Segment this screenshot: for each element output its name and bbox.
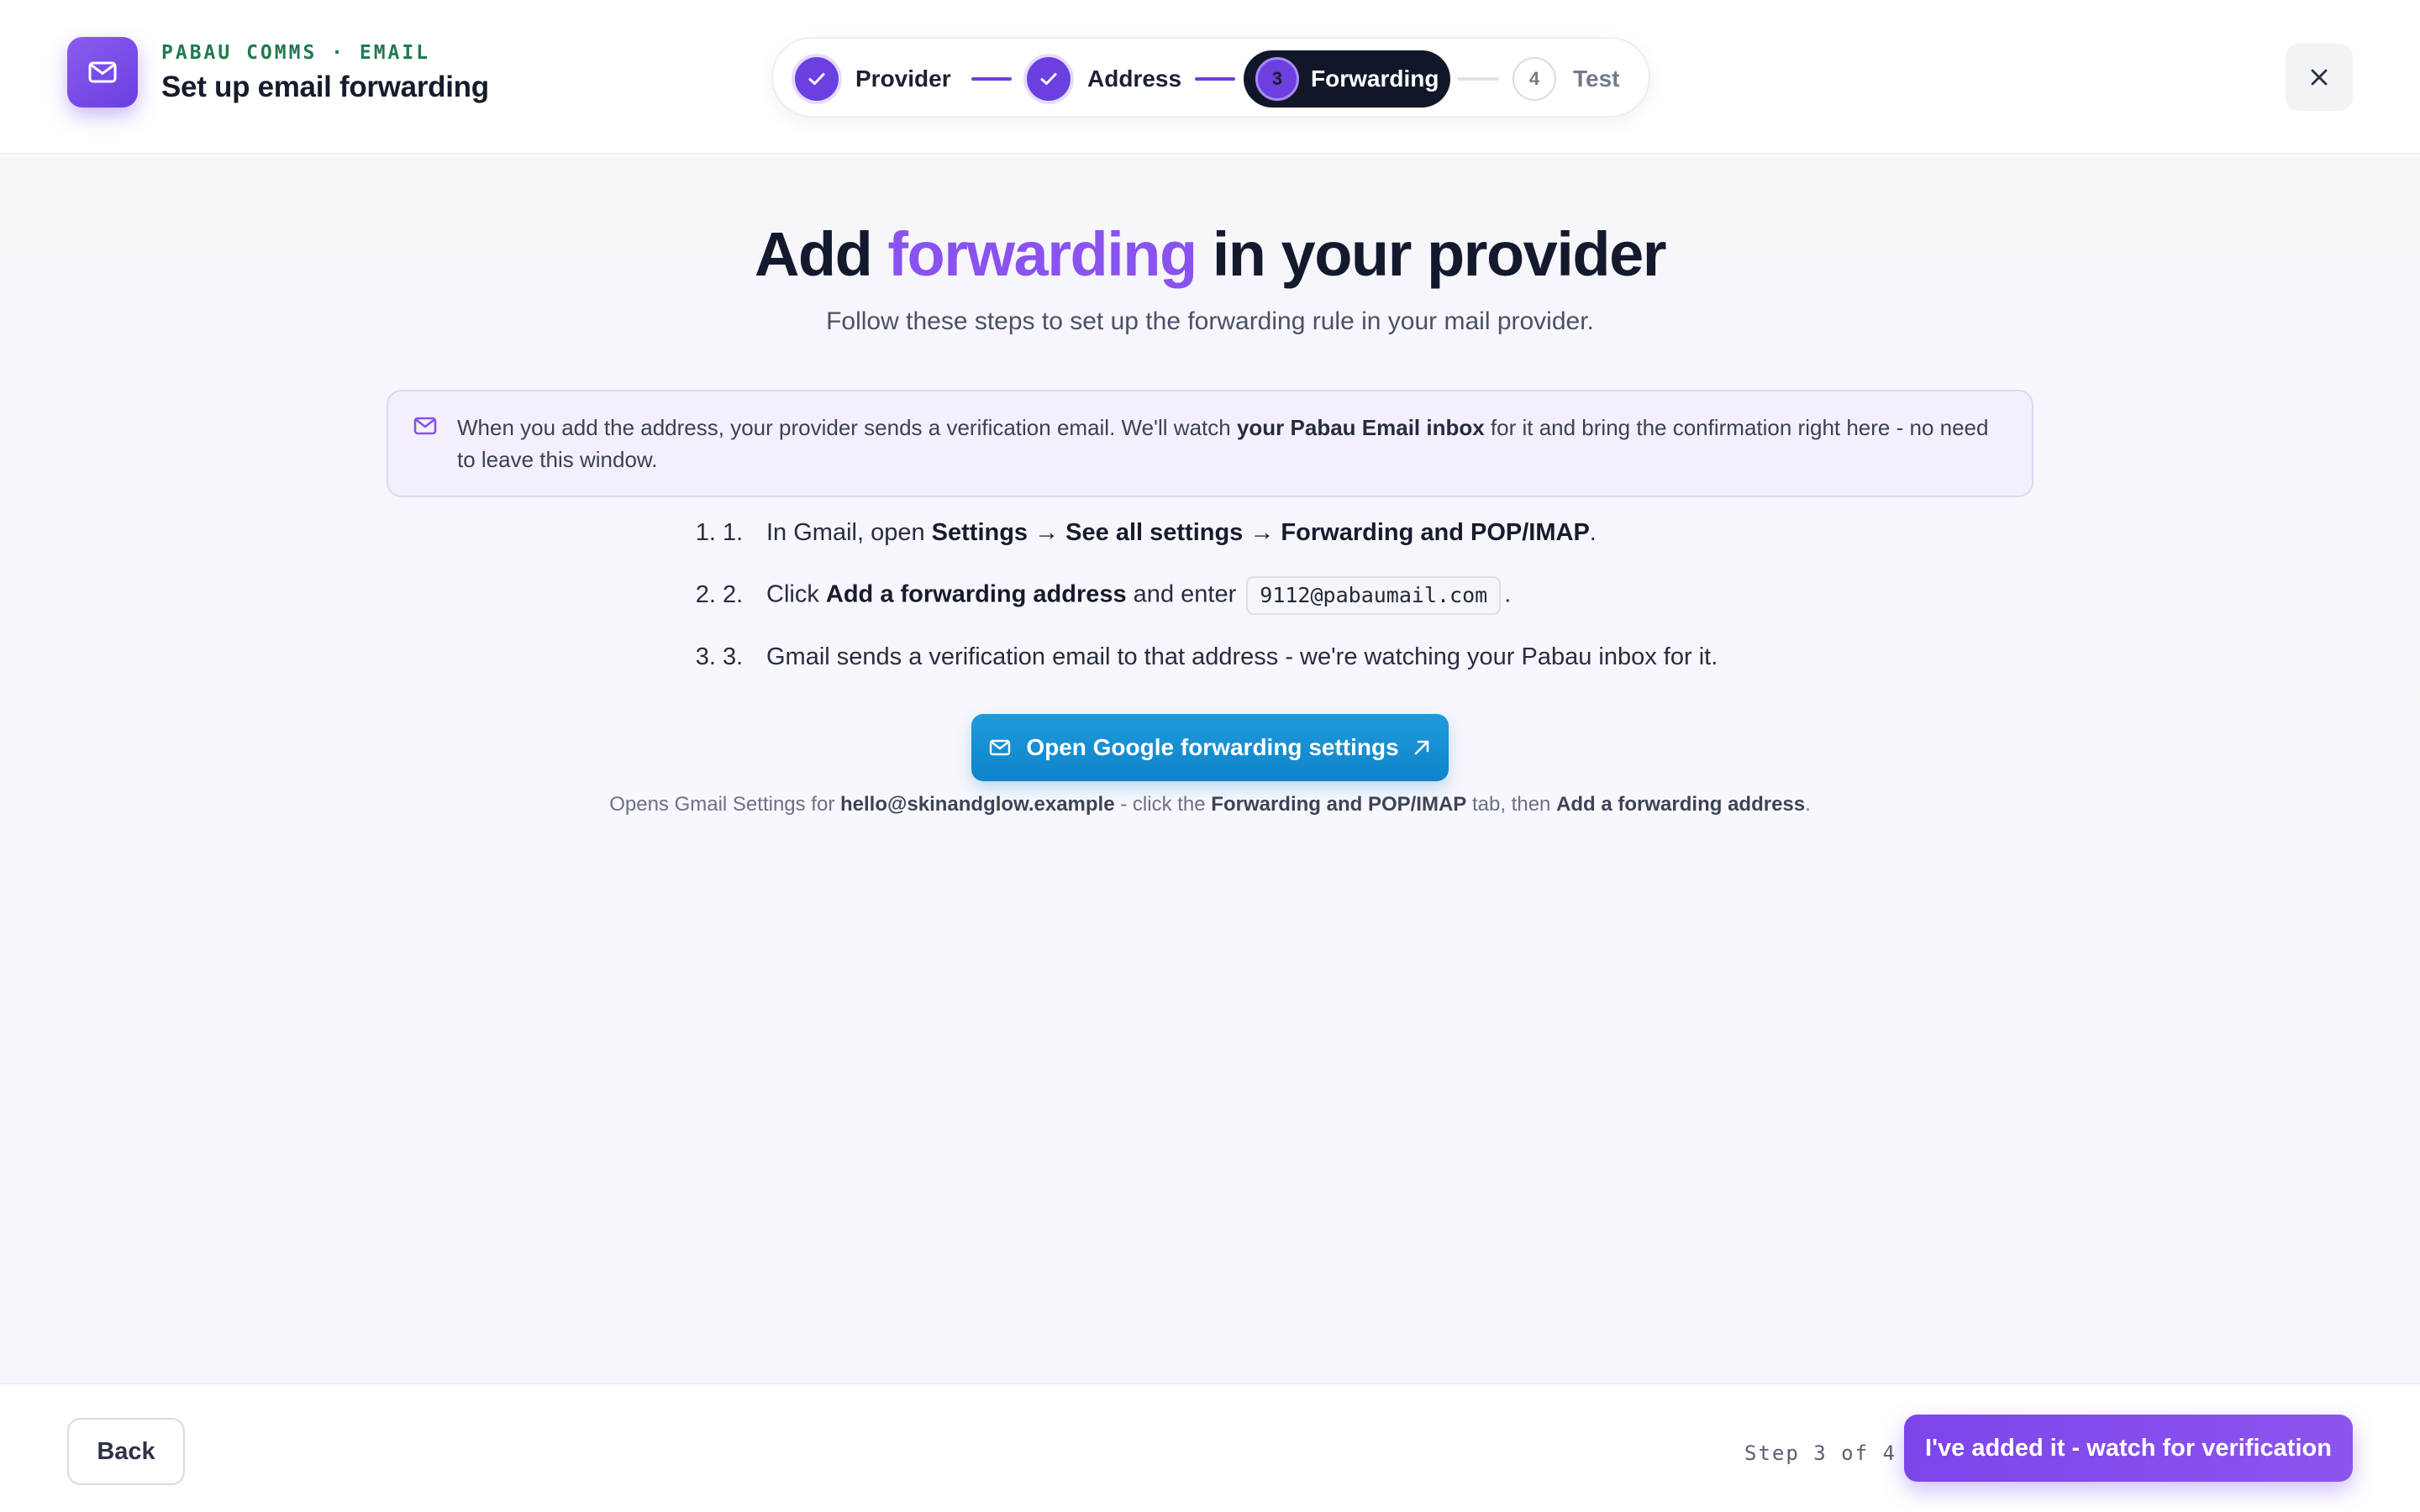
page-title: Set up email forwarding <box>161 71 489 103</box>
headline: Add forwarding in your provider <box>754 219 1667 289</box>
mail-icon <box>67 37 138 108</box>
subheading: Follow these steps to set up the forward… <box>826 307 1594 335</box>
step-provider[interactable]: Provider <box>795 39 951 119</box>
list-item: 3.Gmail sends a verification email to th… <box>723 640 1718 674</box>
step-connector <box>1457 77 1499 81</box>
mail-icon <box>413 417 437 439</box>
step-label: Test <box>1573 66 1620 92</box>
list-item: 1.In Gmail, open Settings → See all sett… <box>723 516 1597 549</box>
check-icon <box>1027 57 1071 101</box>
close-button[interactable] <box>2286 44 2353 111</box>
check-icon <box>795 57 839 101</box>
back-button[interactable]: Back <box>67 1418 185 1485</box>
step-connector <box>971 77 1012 81</box>
watch-for-verification-button[interactable]: I've added it - watch for verification <box>1904 1415 2353 1482</box>
cta-footnote: Opens Gmail Settings for hello@skinandgl… <box>609 793 1811 816</box>
notice-text: When you add the address, your provider … <box>457 415 1989 472</box>
brand-eyebrow: PABAU COMMS · EMAIL <box>161 42 431 64</box>
step-number: 4 <box>1512 57 1556 101</box>
forwarding-address-code[interactable]: 9112@pabaumail.com <box>1246 576 1502 615</box>
step-label: Address <box>1087 66 1182 92</box>
step-connector <box>1195 77 1235 81</box>
bottom-bar: Back Step 3 of 4 I've added it - watch f… <box>0 1383 2420 1512</box>
close-icon <box>2311 69 2328 86</box>
main-content: Add forwarding in your provider Follow t… <box>0 156 2420 1383</box>
step-forwarding[interactable]: 3 Forwarding <box>1244 50 1450 108</box>
step-test[interactable]: 4 Test <box>1512 39 1620 119</box>
step-counter: Step 3 of 4 <box>1744 1441 1897 1465</box>
external-link-icon <box>1414 740 1428 755</box>
headline-accent: forwarding <box>887 219 1197 289</box>
verification-notice: When you add the address, your provider … <box>387 390 2033 497</box>
progress-stepper: Provider Address 3 Forwarding 4 Test <box>771 37 1650 118</box>
list-item: 2.Click Add a forwarding address and ent… <box>723 576 1511 615</box>
step-address[interactable]: Address <box>1027 39 1181 119</box>
open-google-forwarding-button[interactable]: Open Google forwarding settings <box>971 714 1449 781</box>
step-label: Provider <box>855 66 951 92</box>
cta-label: Open Google forwarding settings <box>1026 734 1399 760</box>
mail-icon <box>990 739 1011 756</box>
step-label: Forwarding <box>1311 66 1439 92</box>
step-number: 3 <box>1255 57 1299 101</box>
top-bar: PABAU COMMS · EMAIL Set up email forward… <box>0 0 2420 155</box>
